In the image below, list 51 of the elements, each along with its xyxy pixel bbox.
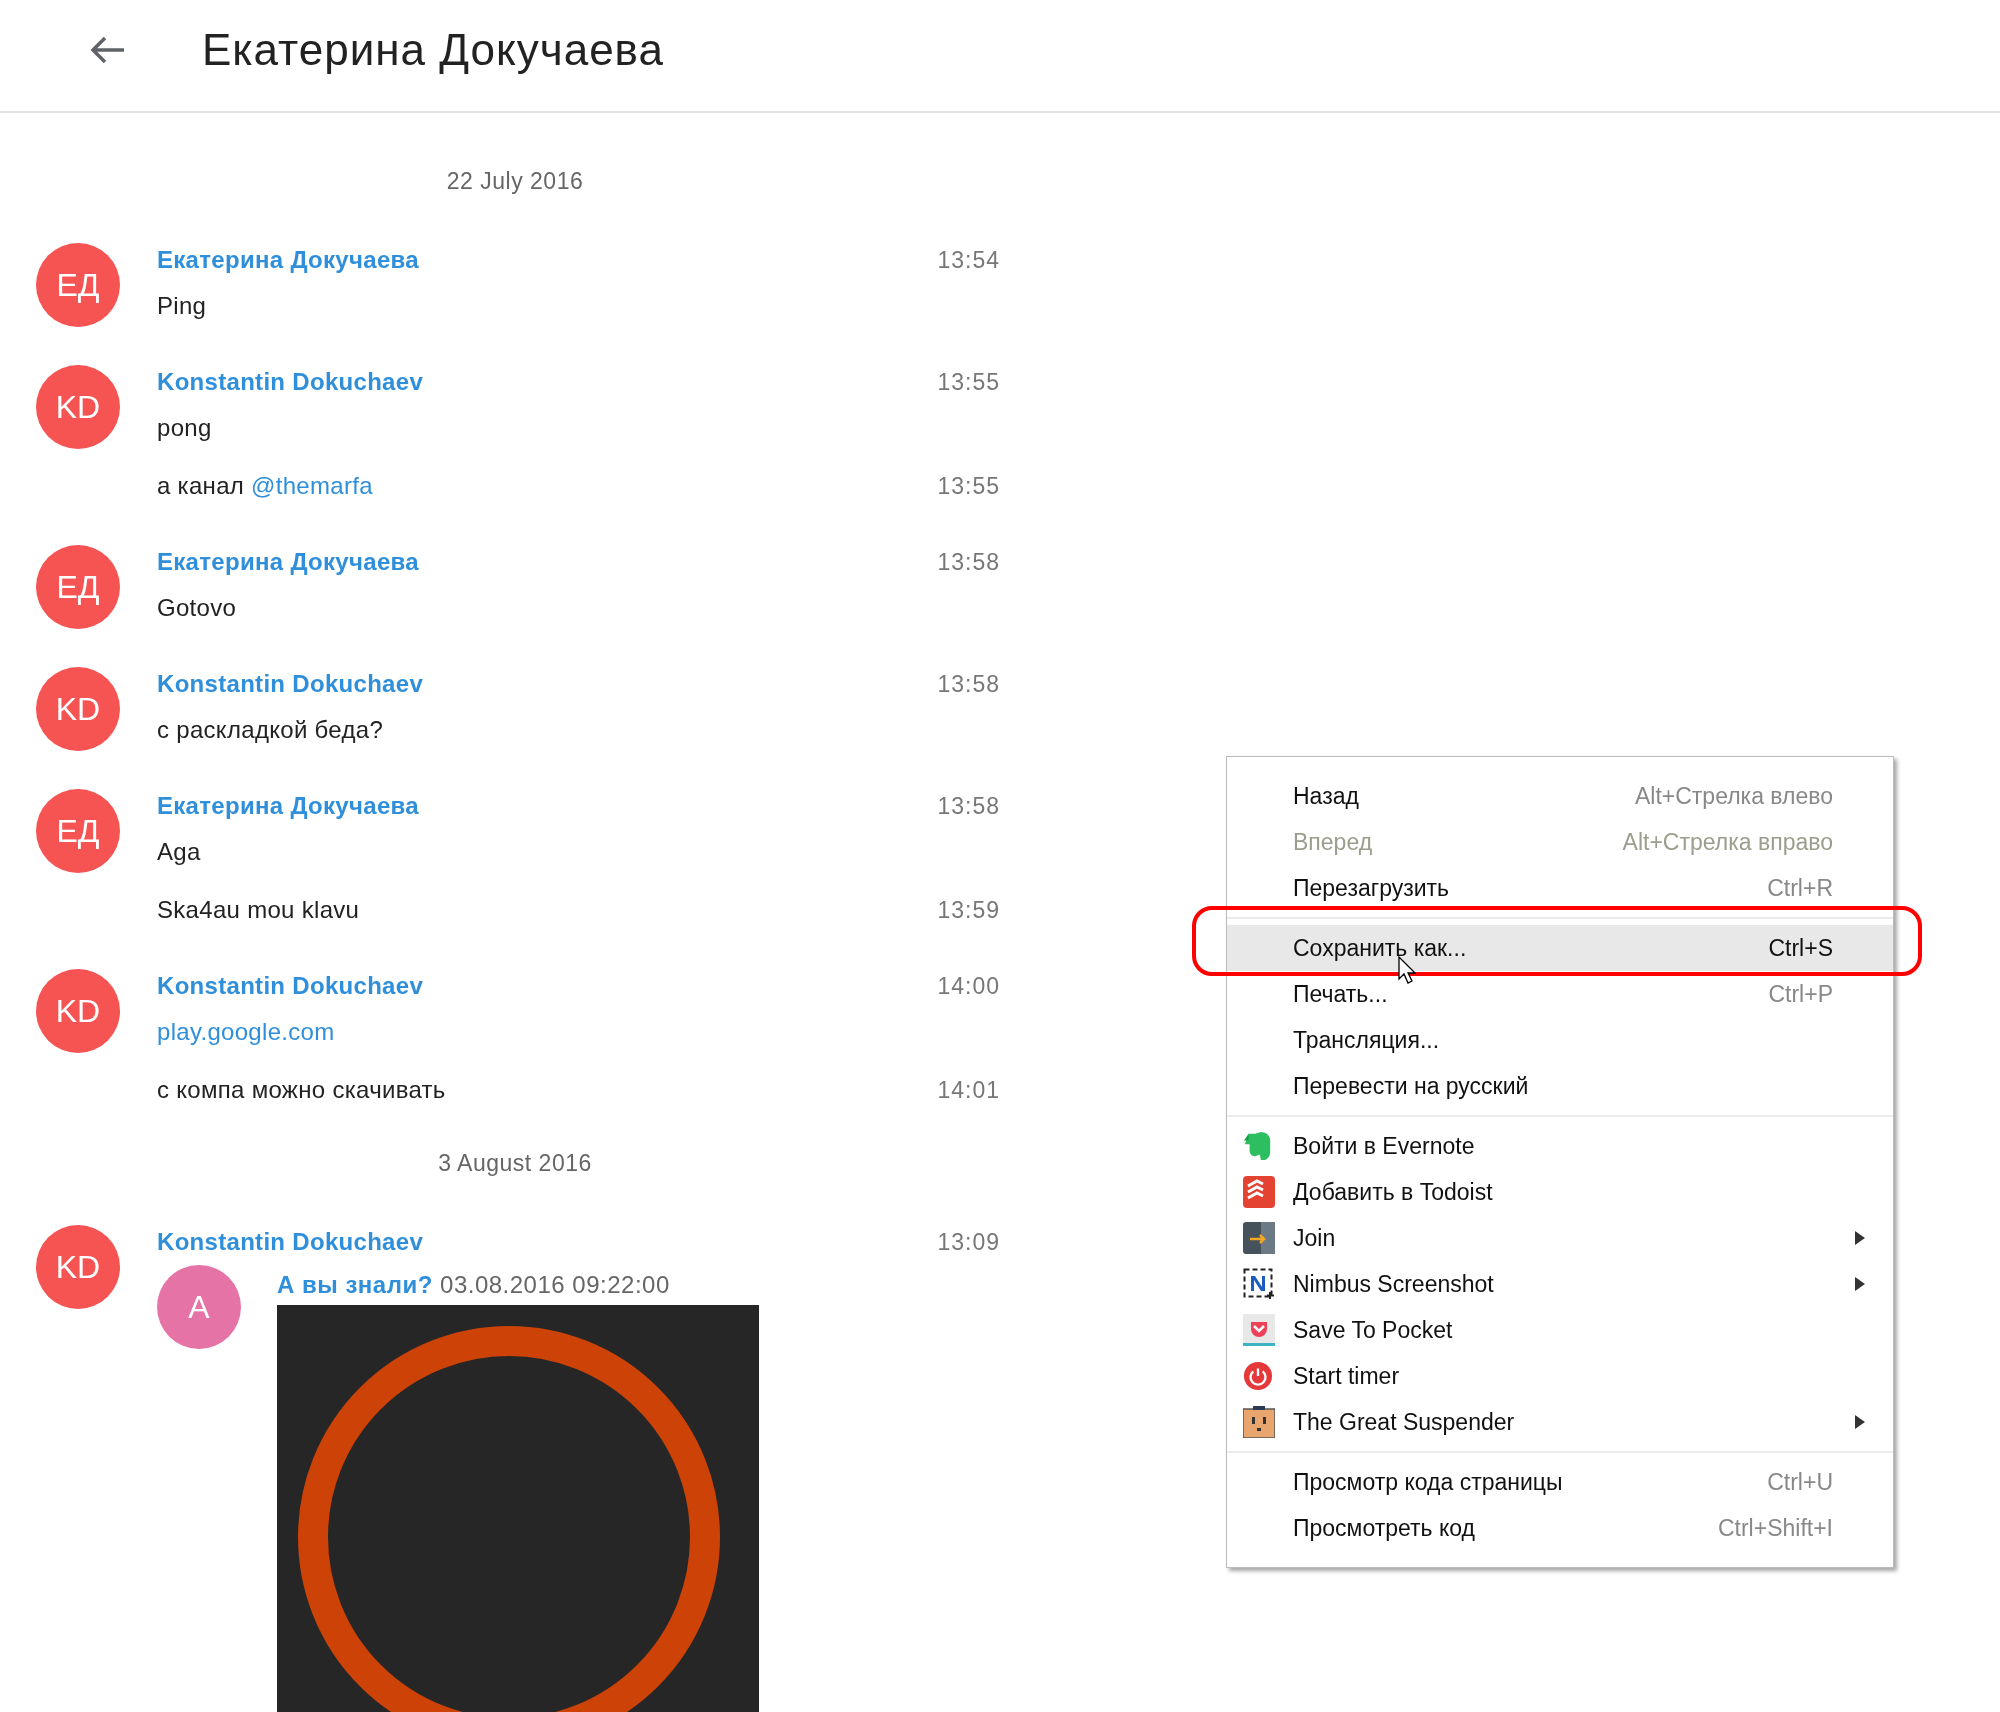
menu-item[interactable]: Просмотр кода страницы Ctrl+U (1227, 1459, 1893, 1505)
menu-item[interactable]: Nimbus Screenshot (1227, 1261, 1893, 1307)
menu-item[interactable]: Войти в Evernote (1227, 1123, 1893, 1169)
avatar: KD (36, 1225, 120, 1309)
shortcut-text: Alt+Стрелка влево (1634, 782, 1833, 810)
message-time: 14:00 (937, 972, 1000, 1000)
avatar: KD (36, 667, 120, 751)
message-time: 13:09 (937, 1228, 1000, 1256)
menu-item[interactable]: Start timer (1227, 1353, 1893, 1399)
menu-item[interactable]: Просмотреть код Ctrl+Shift+I (1227, 1505, 1893, 1551)
menu-item[interactable]: Join (1227, 1215, 1893, 1261)
message-text: Aga (157, 838, 201, 866)
date-divider: 3 August 2016 (437, 1149, 593, 1178)
menu-item[interactable]: Сохранить как... Ctrl+S (1227, 925, 1893, 971)
date-divider: 22 July 2016 (445, 167, 585, 196)
message-text: с раскладкой беда? (157, 716, 384, 744)
avatar: KD (36, 969, 120, 1053)
avatar: KD (36, 365, 120, 449)
menu-item[interactable]: Save To Pocket (1227, 1307, 1893, 1353)
shortcut-text: Ctrl+S (1768, 934, 1833, 962)
message-time: 13:59 (937, 896, 1000, 924)
menu-item[interactable]: Назад Alt+Стрелка влево (1227, 773, 1893, 819)
avatar: ЕД (36, 243, 120, 327)
menu-item[interactable]: Перевести на русский (1227, 1063, 1893, 1109)
message-text: Ping (157, 292, 207, 320)
message-time: 14:01 (937, 1076, 1000, 1104)
avatar: ЕД (36, 789, 120, 873)
shortcut-text: Alt+Стрелка вправо (1622, 828, 1833, 856)
shortcut-text: Ctrl+Shift+I (1717, 1514, 1833, 1542)
chat-title: Екатерина Докучаева (202, 24, 664, 75)
menu-item[interactable]: Трансляция... (1227, 1017, 1893, 1063)
forward-timestamp: 03.08.2016 09:22:00 (440, 1271, 670, 1298)
message-time: 13:54 (937, 246, 1000, 274)
message-time: 13:55 (937, 368, 1000, 396)
menu-item[interactable]: Добавить в Todoist (1227, 1169, 1893, 1215)
menu-item[interactable]: Перезагрузить Ctrl+R (1227, 865, 1893, 911)
message-time: 13:58 (937, 670, 1000, 698)
avatar: ЕД (36, 545, 120, 629)
avatar: А (157, 1265, 241, 1349)
message-time: 13:58 (937, 792, 1000, 820)
shortcut-text: Ctrl+P (1768, 980, 1833, 1008)
shortcut-text: Ctrl+U (1767, 1468, 1833, 1496)
message-text: pong (157, 414, 212, 442)
message-text: а канал @themarfa (157, 472, 373, 500)
message-time: 13:55 (937, 472, 1000, 500)
menu-item[interactable]: The Great Suspender (1227, 1399, 1893, 1445)
message-text: Gotovo (157, 594, 237, 622)
message-text: с компа можно скачивать (157, 1076, 446, 1104)
message-text: Ska4au mou klavu (157, 896, 360, 924)
shortcut-text: Ctrl+R (1767, 874, 1833, 902)
message-time: 13:58 (937, 548, 1000, 576)
